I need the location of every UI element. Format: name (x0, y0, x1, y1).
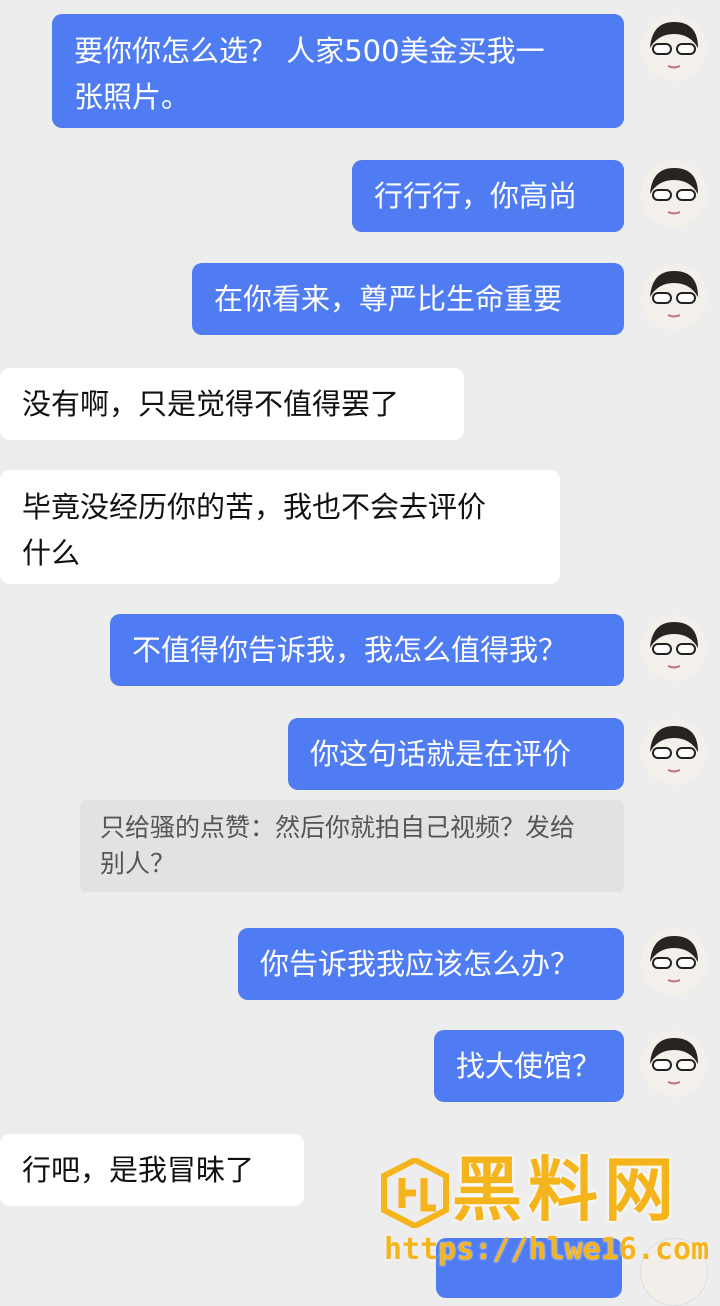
avatar[interactable] (640, 614, 708, 682)
watermark-url: https://hlwe16.com (384, 1232, 710, 1267)
message-bubble-received[interactable]: 行吧，是我冒昧了 (0, 1134, 304, 1206)
message-bubble-sent[interactable]: 你这句话就是在评价 (288, 718, 624, 790)
message-bubble-sent[interactable]: 不值得你告诉我，我怎么值得我？ (110, 614, 624, 686)
quoted-message[interactable]: 只给骚的点赞：然后你就拍自己视频？发给 别人？ (80, 800, 624, 892)
message-bubble-sent[interactable]: 你告诉我我应该怎么办？ (238, 928, 624, 1000)
avatar[interactable] (640, 928, 708, 996)
avatar[interactable] (640, 263, 708, 331)
message-bubble-sent[interactable]: 要你你怎么选？ 人家500美金买我一 张照片。 (52, 14, 624, 128)
message-bubble-sent[interactable]: 在你看来，尊严比生命重要 (192, 263, 624, 335)
watermark-title: 黑料网 (452, 1149, 680, 1231)
avatar[interactable] (640, 14, 708, 82)
avatar[interactable] (640, 160, 708, 228)
message-bubble-sent[interactable]: 行行行，你高尚 (352, 160, 624, 232)
message-bubble-sent[interactable]: 找大使馆？ (434, 1030, 624, 1102)
message-bubble-received[interactable]: 毕竟没经历你的苦，我也不会去评价 什么 (0, 470, 560, 584)
chat-conversation: 要你你怎么选？ 人家500美金买我一 张照片。 行行行，你高尚 在你看来，尊严比… (0, 0, 720, 1306)
message-bubble-received[interactable]: 没有啊，只是觉得不值得罢了 (0, 368, 464, 440)
avatar[interactable] (640, 718, 708, 786)
avatar[interactable] (640, 1030, 708, 1098)
watermark-logo-icon (380, 1156, 450, 1230)
